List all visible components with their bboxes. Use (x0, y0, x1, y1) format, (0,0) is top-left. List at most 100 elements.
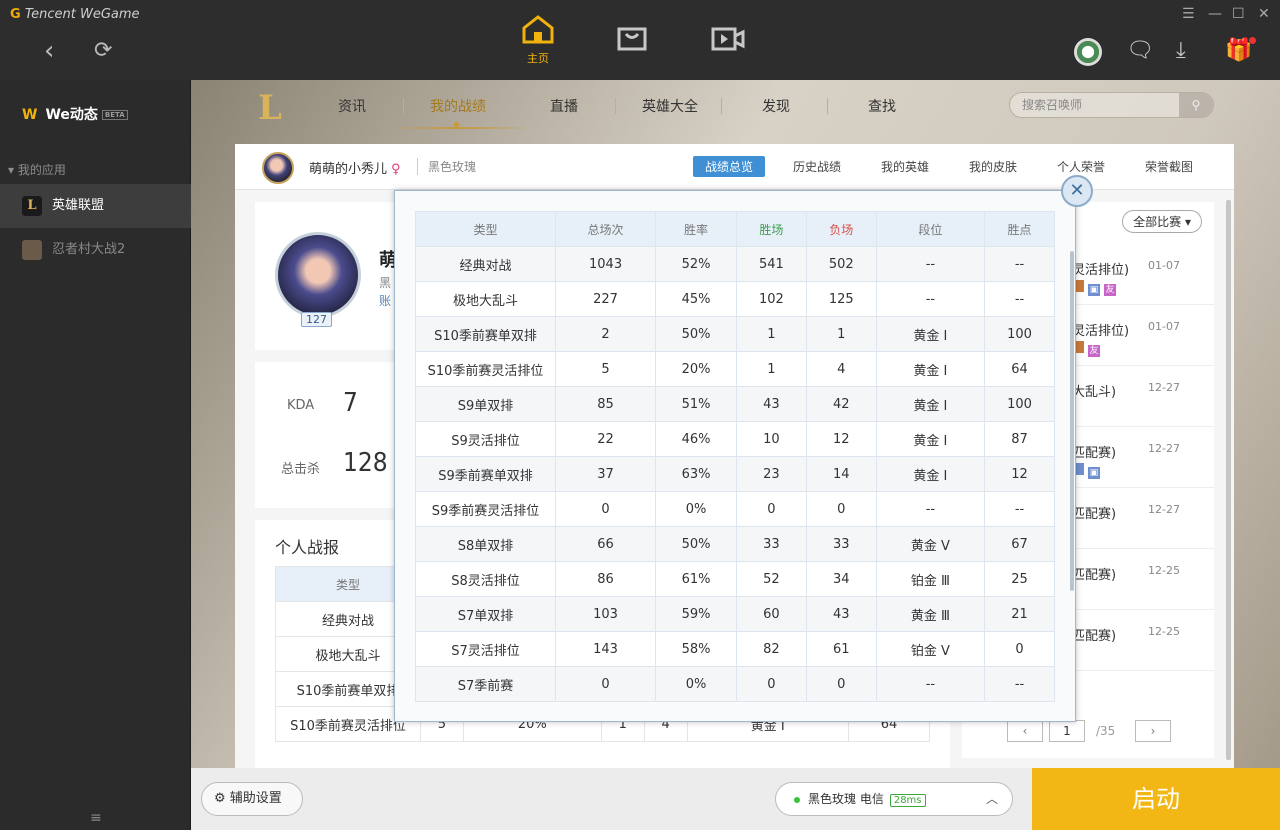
tab-news[interactable]: 资讯 (338, 96, 366, 116)
match-date: 12-27 (1148, 381, 1180, 394)
table-cell: 45% (655, 281, 737, 317)
match-title: 匹配赛) (1072, 568, 1117, 583)
subtab-skins[interactable]: 我的皮肤 (969, 158, 1017, 175)
tab-my-record[interactable]: 我的战绩 (430, 96, 486, 116)
table-cell: 10 (735, 421, 807, 457)
table-cell: 黄金 Ⅰ (875, 456, 986, 492)
image-icon: ▣ (1088, 284, 1100, 296)
match-date: 12-27 (1148, 503, 1180, 516)
subtab-heroes[interactable]: 我的英雄 (881, 158, 929, 175)
wegame-logo-icon: G (10, 7, 21, 22)
close-icon[interactable]: ✕ (1061, 175, 1093, 207)
title-bar: G Tencent WeGame ‹ ⟳ 主页 ☰ — ☐ ✕ 🗨 ⤓ 🎁 (0, 0, 1280, 80)
back-icon[interactable]: ‹ (44, 38, 54, 64)
subtab-screenshots[interactable]: 荣誉截图 (1145, 158, 1193, 175)
profile-account-link[interactable]: 账 (379, 292, 391, 309)
match-title: 匹配赛) (1072, 629, 1117, 644)
notification-dot (1249, 37, 1256, 44)
tab-live[interactable]: 直播 (550, 96, 578, 116)
minimize-icon[interactable]: — (1208, 6, 1222, 22)
table-cell: -- (984, 491, 1055, 527)
status-dot (794, 796, 800, 803)
sidebar-item-lol[interactable]: L 英雄联盟 (0, 184, 191, 228)
my-apps-header[interactable]: ▾ 我的应用 (8, 161, 66, 178)
table-cell: 0 (735, 491, 807, 527)
server-select[interactable]: 黑色玫瑰 电信 28ms ︿ (775, 782, 1013, 816)
launch-button[interactable]: 启动 (1032, 768, 1280, 830)
active-tab-indicator (389, 120, 529, 130)
search-input[interactable]: 搜索召唤师 ⚲ (1009, 92, 1214, 118)
column-header: 类型 (415, 211, 556, 247)
modal-scrollbar[interactable] (1070, 251, 1074, 591)
table-row: S7灵活排位 143 58% 82 61 铂金 Ⅴ0 (415, 631, 1055, 667)
table-cell: 1 (735, 316, 807, 352)
table-cell: S9灵活排位 (415, 421, 556, 457)
table-cell: 铂金 Ⅲ (875, 561, 986, 597)
table-row: 极地大乱斗 227 45% 102 125 -- -- (415, 281, 1055, 317)
tab-heroes[interactable]: 英雄大全 (642, 96, 698, 116)
table-cell: 100 (984, 316, 1055, 352)
column-header: 胜率 (655, 211, 737, 247)
profile-avatar (275, 232, 361, 318)
summoner-name: 萌萌的小秀儿 ♀ (309, 158, 401, 177)
video-icon[interactable] (710, 26, 746, 52)
table-cell: 黄金 Ⅰ (875, 316, 986, 352)
table-cell: 4 (805, 351, 877, 387)
table-row: S7季前赛 0 0% 0 0 -- -- (415, 666, 1055, 702)
we-dynamics[interactable]: W We动态 BETA (22, 104, 128, 124)
table-cell: 50% (655, 526, 737, 562)
refresh-icon[interactable]: ⟳ (94, 38, 112, 64)
download-icon[interactable]: ⤓ (1176, 38, 1186, 63)
menu-icon[interactable]: ☰ (1182, 6, 1195, 22)
scrollbar[interactable] (1226, 200, 1231, 760)
match-date: 12-25 (1148, 625, 1180, 638)
table-cell: 33 (805, 526, 877, 562)
match-date: 01-07 (1148, 320, 1180, 333)
table-cell: 0 (554, 666, 657, 702)
subtab-honors[interactable]: 个人荣誉 (1057, 158, 1105, 175)
match-filter-dropdown[interactable]: 全部比赛 ▾ (1122, 210, 1202, 233)
maximize-icon[interactable]: ☐ (1232, 6, 1245, 22)
home-icon (522, 15, 554, 44)
lol-logo-icon[interactable]: L (253, 88, 287, 128)
table-cell: 43 (805, 596, 877, 632)
table-cell: 67 (984, 526, 1055, 562)
page-input[interactable]: 1 (1049, 720, 1085, 742)
tab-search[interactable]: 查找 (868, 96, 896, 116)
chevron-up-icon: ︿ (985, 792, 998, 806)
table-cell: 25 (984, 561, 1055, 597)
gear-icon: ⚙ (214, 791, 226, 806)
subtab-overview[interactable]: 战绩总览 (693, 156, 766, 177)
table-cell: 100 (984, 386, 1055, 422)
table-cell: 86 (554, 561, 657, 597)
tab-home[interactable]: 主页 (518, 14, 558, 66)
store-icon[interactable] (616, 24, 648, 52)
chevron-down-icon: ▾ (1184, 215, 1191, 229)
divider (509, 98, 510, 114)
table-cell: 52% (655, 246, 737, 282)
subtab-history[interactable]: 历史战绩 (793, 158, 841, 175)
search-icon[interactable]: ⚲ (1179, 93, 1213, 117)
image-icon: ▣ (1088, 467, 1100, 479)
match-title: 大乱斗) (1072, 385, 1117, 400)
table-cell: 58% (655, 631, 737, 667)
table-cell: 0 (554, 491, 657, 527)
table-cell: -- (875, 491, 986, 527)
table-cell: S7单双排 (415, 596, 556, 632)
user-avatar[interactable] (1074, 38, 1102, 66)
close-window-icon[interactable]: ✕ (1258, 6, 1270, 22)
table-cell: S9季前赛灵活排位 (415, 491, 556, 527)
sidebar-menu-icon[interactable]: ≡ (90, 810, 102, 826)
sidebar-item-naruto[interactable]: 忍者村大战2 (0, 228, 191, 272)
chat-icon[interactable]: 🗨 (1126, 38, 1154, 63)
table-cell: 63% (655, 456, 737, 492)
assist-settings-button[interactable]: ⚙ 辅助设置 (201, 782, 303, 816)
next-page-button[interactable]: › (1135, 720, 1171, 742)
table-row: S8灵活排位 86 61% 52 34 铂金 Ⅲ 25 (415, 561, 1055, 597)
friend-tag: 友 (1104, 284, 1116, 296)
tab-discover[interactable]: 发现 (762, 96, 790, 116)
prev-page-button[interactable]: ‹ (1007, 720, 1043, 742)
table-row: S9单双排 85 51% 43 42 黄金 Ⅰ 100 (415, 386, 1055, 422)
table-row: 经典对战 1043 52% 541 502 -- -- (415, 246, 1055, 282)
table-cell: 铂金 Ⅴ (875, 631, 986, 667)
